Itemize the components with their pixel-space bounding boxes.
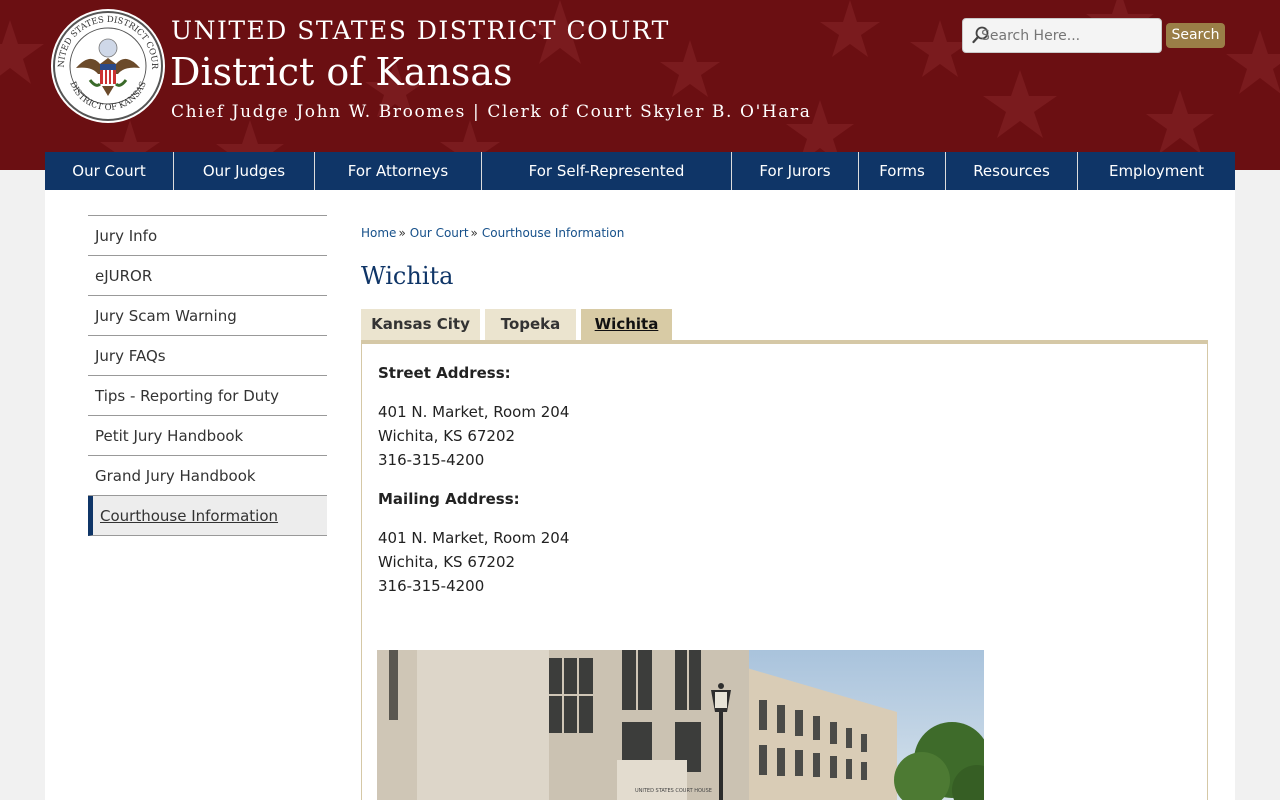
- tab-kansas-city[interactable]: Kansas City: [361, 309, 480, 340]
- sidebar-item-jury-info[interactable]: Jury Info: [88, 216, 327, 256]
- sidebar-item-jury-faqs[interactable]: Jury FAQs: [88, 336, 327, 376]
- street-address-label: Street Address:: [378, 364, 511, 382]
- tab-topeka[interactable]: Topeka: [485, 309, 576, 340]
- court-name-heading: UNITED STATES DISTRICT COURT: [171, 16, 670, 45]
- mailing-address-label: Mailing Address:: [378, 490, 520, 508]
- nav-item-our-court[interactable]: Our Court: [45, 152, 174, 190]
- photo-sign-text: UNITED STATES COURT HOUSE: [635, 788, 712, 794]
- page-title: Wichita: [361, 262, 454, 290]
- sidebar-item-jury-scam-warning[interactable]: Jury Scam Warning: [88, 296, 327, 336]
- site-header: UNITED STATES DISTRICT COURT DISTRICT OF…: [0, 0, 1280, 170]
- courthouse-photo: UNITED STATES COURT HOUSE: [377, 650, 984, 800]
- mailing-phone-line[interactable]: 316-315-4200: [378, 577, 484, 595]
- nav-item-for-attorneys[interactable]: For Attorneys: [315, 152, 482, 190]
- street-city-line: Wichita, KS 67202: [378, 427, 516, 445]
- search-button[interactable]: Search: [1166, 23, 1225, 48]
- court-seal-logo[interactable]: UNITED STATES DISTRICT COURT DISTRICT OF…: [46, 1, 166, 124]
- nav-item-for-jurors[interactable]: For Jurors: [732, 152, 859, 190]
- judges-subtitle: Chief Judge John W. Broomes | Clerk of C…: [171, 102, 812, 122]
- sidebar-item-petit-jury-handbook[interactable]: Petit Jury Handbook: [88, 416, 327, 456]
- breadcrumb-our-court[interactable]: Our Court: [410, 226, 469, 240]
- mailing-city-line: Wichita, KS 67202: [378, 553, 516, 571]
- sidebar-item-grand-jury-handbook[interactable]: Grand Jury Handbook: [88, 456, 327, 496]
- nav-item-for-self-represented[interactable]: For Self-Represented: [482, 152, 732, 190]
- sidebar-item-tips-reporting[interactable]: Tips - Reporting for Duty: [88, 376, 327, 416]
- breadcrumb-home[interactable]: Home: [361, 226, 396, 240]
- sidebar-nav: Jury Info eJUROR Jury Scam Warning Jury …: [88, 215, 327, 536]
- main-nav: Our Court Our Judges For Attorneys For S…: [45, 152, 1235, 190]
- nav-item-our-judges[interactable]: Our Judges: [174, 152, 315, 190]
- tab-wichita[interactable]: Wichita: [581, 309, 672, 340]
- sidebar-item-ejuror[interactable]: eJUROR: [88, 256, 327, 296]
- street-address-line: 401 N. Market, Room 204: [378, 403, 570, 421]
- nav-item-forms[interactable]: Forms: [859, 152, 946, 190]
- nav-item-employment[interactable]: Employment: [1078, 152, 1235, 190]
- mailing-address-line: 401 N. Market, Room 204: [378, 529, 570, 547]
- breadcrumb: Home» Our Court» Courthouse Information: [361, 226, 624, 240]
- search-box[interactable]: [962, 18, 1162, 53]
- street-phone-line[interactable]: 316-315-4200: [378, 451, 484, 469]
- nav-item-resources[interactable]: Resources: [946, 152, 1078, 190]
- sidebar-item-courthouse-information[interactable]: Courthouse Information: [88, 496, 327, 536]
- district-title[interactable]: District of Kansas: [170, 50, 513, 94]
- search-input[interactable]: [981, 25, 1157, 47]
- breadcrumb-separator: »: [398, 226, 406, 240]
- breadcrumb-courthouse-information[interactable]: Courthouse Information: [482, 226, 624, 240]
- breadcrumb-separator: »: [470, 226, 478, 240]
